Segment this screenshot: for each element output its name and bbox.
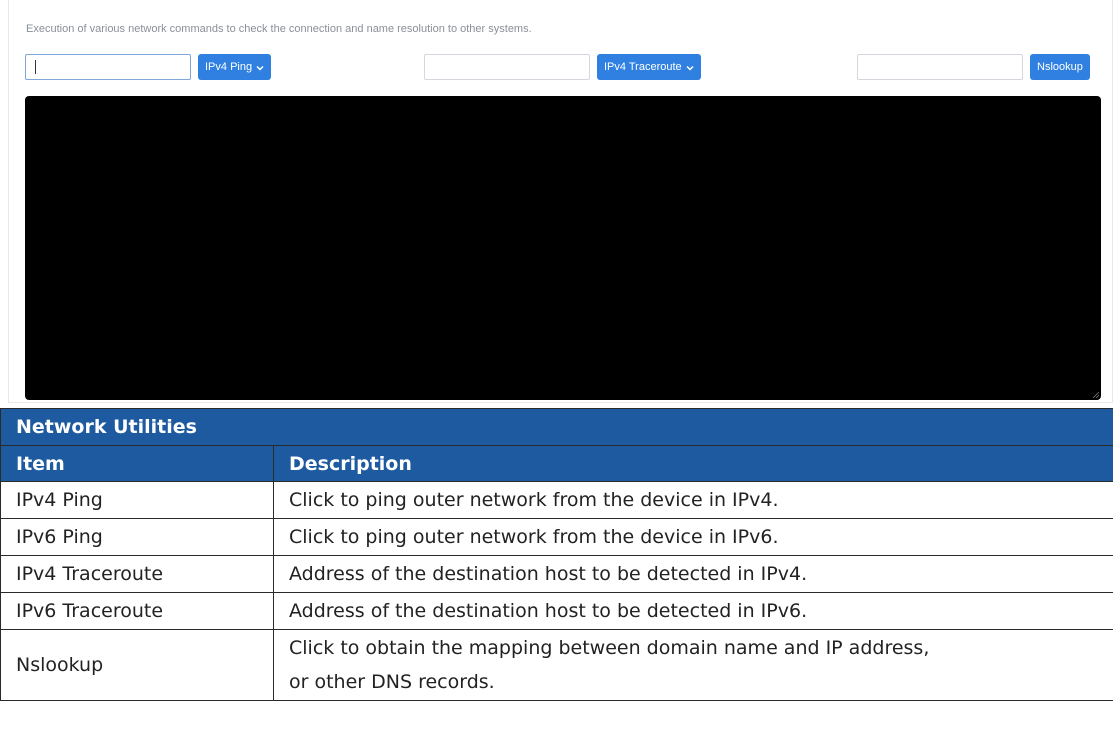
nslookup-button-label: Nslookup	[1037, 61, 1083, 73]
row-item: IPv6 Ping	[0, 518, 274, 556]
ping-address-input[interactable]	[25, 54, 191, 80]
row-description: Address of the destination host to be de…	[273, 592, 1113, 630]
row-item: IPv6 Traceroute	[0, 592, 274, 630]
table-row: IPv4 Traceroute Address of the destinati…	[0, 555, 1113, 593]
nslookup-button[interactable]: Nslookup	[1030, 54, 1090, 80]
description-column-header: Description	[273, 445, 1113, 482]
row-description: Address of the destination host to be de…	[273, 555, 1113, 593]
ping-button-label: IPv4 Ping	[205, 61, 253, 73]
chevron-down-icon	[256, 55, 264, 81]
row-description: Click to ping outer network from the dev…	[273, 518, 1113, 556]
row-item: IPv4 Traceroute	[0, 555, 274, 593]
intro-text: Execution of various network commands to…	[26, 23, 532, 35]
network-utilities-table: Network Utilities Item Description IPv4 …	[0, 408, 1113, 701]
resize-grip-icon[interactable]	[1093, 392, 1099, 398]
row-description: Click to obtain the mapping between doma…	[273, 629, 1113, 701]
table-row: Nslookup Click to obtain the mapping bet…	[0, 629, 1113, 701]
ipv4-ping-dropdown-button[interactable]: IPv4 Ping	[198, 54, 272, 81]
table-row: IPv6 Traceroute Address of the destinati…	[0, 592, 1113, 630]
nslookup-address-input[interactable]	[857, 54, 1023, 80]
item-column-header: Item	[0, 445, 274, 482]
table-header-row: Item Description	[0, 445, 1113, 482]
traceroute-address-input[interactable]	[424, 54, 590, 80]
table-title: Network Utilities	[0, 408, 1113, 446]
row-description: Click to ping outer network from the dev…	[273, 481, 1113, 519]
traceroute-button-label: IPv4 Traceroute	[604, 61, 682, 73]
table-row: IPv6 Ping Click to ping outer network fr…	[0, 518, 1113, 556]
text-caret	[35, 60, 36, 74]
chevron-down-icon	[686, 55, 694, 81]
network-utilities-screenshot: Execution of various network commands to…	[8, 0, 1113, 403]
command-output-terminal[interactable]	[25, 96, 1101, 400]
row-item: IPv4 Ping	[0, 481, 274, 519]
ipv4-traceroute-dropdown-button[interactable]: IPv4 Traceroute	[597, 54, 701, 80]
table-row: IPv4 Ping Click to ping outer network fr…	[0, 481, 1113, 519]
row-item: Nslookup	[0, 629, 274, 701]
table-title-row: Network Utilities	[0, 408, 1113, 446]
